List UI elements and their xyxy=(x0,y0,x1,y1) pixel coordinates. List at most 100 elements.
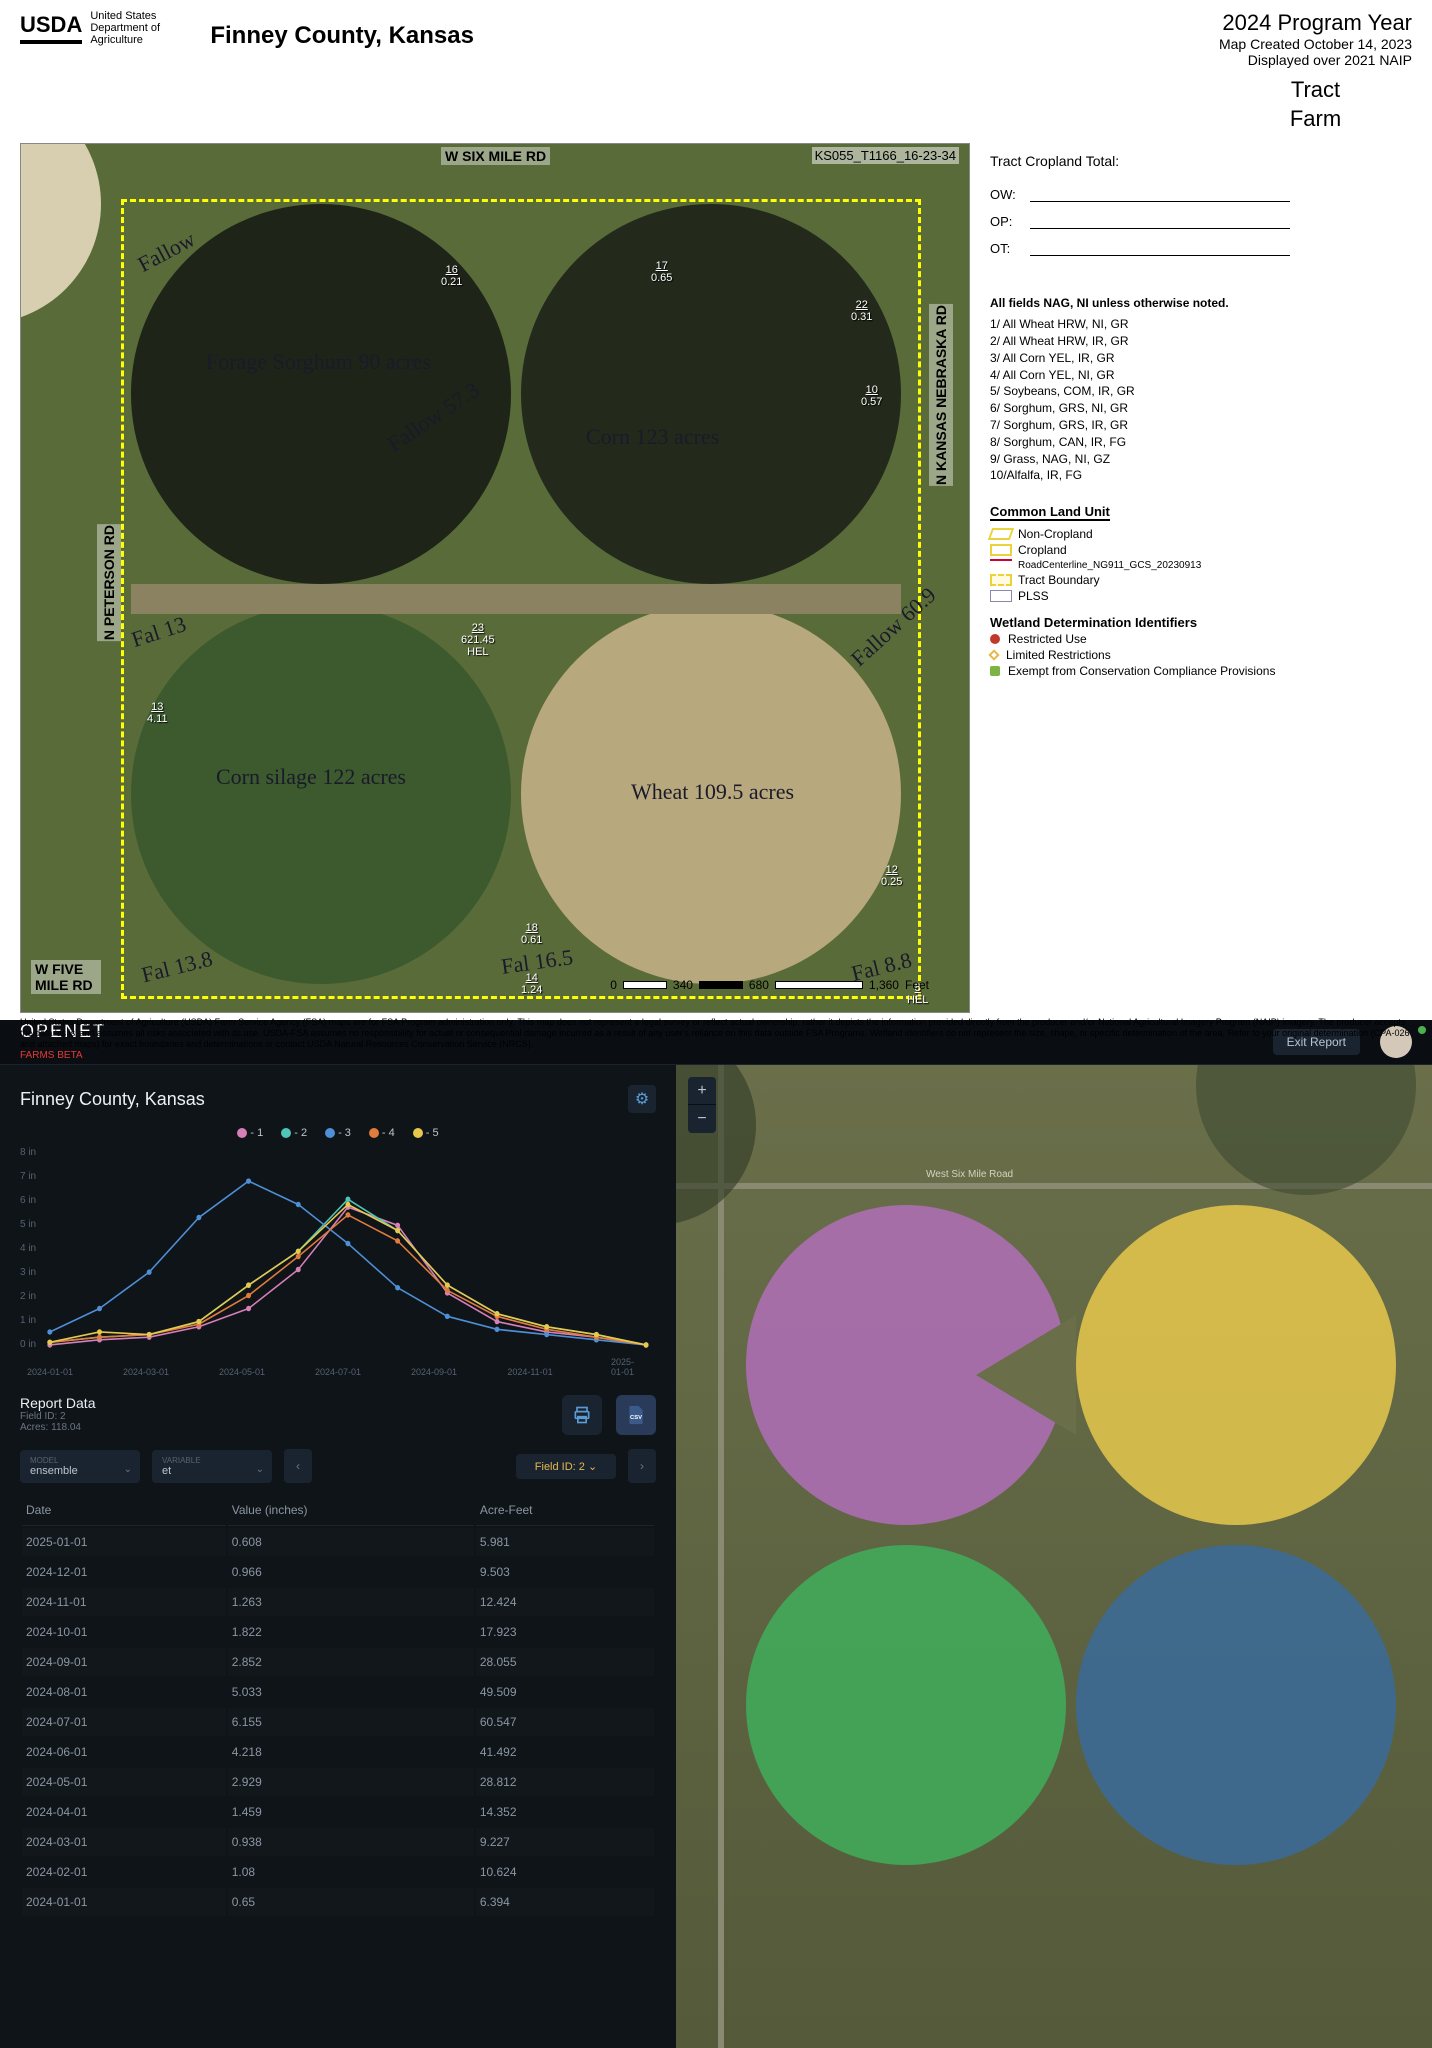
legend-item: 2/ All Wheat HRW, IR, GR xyxy=(990,333,1412,350)
chevron-down-icon: ⌄ xyxy=(256,1464,264,1475)
svg-text:CSV: CSV xyxy=(630,1415,642,1421)
gear-icon[interactable]: ⚙ xyxy=(628,1085,656,1113)
report-data-title: Report Data xyxy=(20,1395,656,1411)
tract-boundary xyxy=(121,199,921,999)
legend-item: 6/ Sorghum, GRS, NI, GR xyxy=(990,400,1412,417)
table-header: Value (inches) xyxy=(228,1495,474,1526)
next-field-button[interactable]: › xyxy=(628,1449,656,1483)
field-label-f17: 170.65 xyxy=(651,260,672,284)
table-header: Acre-Feet xyxy=(476,1495,654,1526)
table-header: Date xyxy=(22,1495,226,1526)
usda-map-document: USDA United States Department of Agricul… xyxy=(0,0,1432,1020)
field-label-f10: 100.57 xyxy=(861,384,882,408)
report-acres: Acres: 118.04 xyxy=(20,1422,656,1433)
table-row[interactable]: 2024-12-010.9669.503 xyxy=(22,1558,654,1586)
legend-item: 4/ All Corn YEL, NI, GR xyxy=(990,367,1412,384)
zoom-in-button[interactable]: + xyxy=(688,1077,716,1105)
satellite-map[interactable]: + − West Six Mile Road xyxy=(676,1065,1432,2048)
table-row[interactable]: 2025-01-010.6085.981 xyxy=(22,1528,654,1556)
legend-note: All fields NAG, NI unless otherwise note… xyxy=(990,296,1412,310)
field-label-f16: 160.21 xyxy=(441,264,462,288)
field-label-f18: 180.61 xyxy=(521,922,542,946)
clu-heading: Common Land Unit xyxy=(990,504,1110,521)
x-tick: 2024-05-01 xyxy=(219,1367,265,1377)
usda-aerial-map: W SIX MILE RD N PETERSON RD N KANSAS NEB… xyxy=(20,143,970,1013)
y-tick: 8 in xyxy=(20,1147,36,1158)
table-row[interactable]: 2024-03-010.9389.227 xyxy=(22,1828,654,1856)
legend-column: Tract Cropland Total: OW: OP: OT: All fi… xyxy=(970,143,1412,1013)
table-row[interactable]: 2024-09-012.85228.055 xyxy=(22,1648,654,1676)
x-tick: 2024-09-01 xyxy=(411,1367,457,1377)
handwritten-note: Corn silage 122 acres xyxy=(216,764,406,790)
displayed-over: Displayed over 2021 NAIP xyxy=(1219,52,1412,68)
usda-dept: United States Department of Agriculture xyxy=(90,10,190,46)
handwritten-note: Wheat 109.5 acres xyxy=(631,779,794,805)
road-right: N KANSAS NEBRASKA RD xyxy=(929,304,953,486)
op-label: OP: xyxy=(990,214,1030,229)
field-overlay-yellow[interactable] xyxy=(1076,1205,1396,1525)
road-top: W SIX MILE RD xyxy=(441,147,550,165)
prev-field-button[interactable]: ‹ xyxy=(284,1449,312,1483)
model-select[interactable]: MODEL ensemble ⌄ xyxy=(20,1450,140,1483)
table-row[interactable]: 2024-08-015.03349.509 xyxy=(22,1678,654,1706)
wetland-heading: Wetland Determination Identifiers xyxy=(990,615,1412,630)
legend-item: 9/ Grass, NAG, NI, GZ xyxy=(990,451,1412,468)
x-tick: 2024-07-01 xyxy=(315,1367,361,1377)
legend-series-3[interactable]: - 3 xyxy=(325,1127,351,1139)
field-overlay-blue[interactable] xyxy=(1076,1545,1396,1865)
report-field-id: Field ID: 2 xyxy=(20,1411,656,1422)
tract-farm: Tract Farm xyxy=(1219,76,1412,133)
legend-item: 7/ Sorghum, GRS, IR, GR xyxy=(990,417,1412,434)
y-tick: 7 in xyxy=(20,1171,36,1182)
table-row[interactable]: 2024-02-011.0810.624 xyxy=(22,1858,654,1886)
x-tick: 2025-01-01 xyxy=(611,1357,641,1377)
report-county: Finney County, Kansas xyxy=(20,1089,205,1110)
legend-series-2[interactable]: - 2 xyxy=(281,1127,307,1139)
chevron-down-icon: ⌄ xyxy=(124,1464,132,1475)
print-icon[interactable] xyxy=(562,1395,602,1435)
field-overlay-green[interactable] xyxy=(746,1545,1066,1865)
et-chart[interactable]: 8 in7 in6 in5 in4 in3 in2 in1 in0 in 202… xyxy=(20,1147,656,1377)
road-bottom: W FIVE MILE RD xyxy=(31,960,101,994)
program-info: 2024 Program Year Map Created October 14… xyxy=(1219,10,1412,133)
field-id-select[interactable]: Field ID: 2 ⌄ xyxy=(516,1454,616,1479)
legend-item: 8/ Sorghum, CAN, IR, FG xyxy=(990,434,1412,451)
legend-series-4[interactable]: - 4 xyxy=(369,1127,395,1139)
table-row[interactable]: 2024-06-014.21841.492 xyxy=(22,1738,654,1766)
table-row[interactable]: 2024-10-011.82217.923 xyxy=(22,1618,654,1646)
y-tick: 6 in xyxy=(20,1195,36,1206)
openet-app: OPENETFARMS BETA Exit Report Finney Coun… xyxy=(0,1020,1432,2048)
table-row[interactable]: 2024-04-011.45914.352 xyxy=(22,1798,654,1826)
ks-tract-label: KS055_T1166_16-23-34 xyxy=(812,147,959,164)
road-left: N PETERSON RD xyxy=(97,524,121,641)
handwritten-note: Corn 123 acres xyxy=(586,424,719,450)
table-row[interactable]: 2024-01-010.656.394 xyxy=(22,1888,654,1916)
variable-select[interactable]: VARIABLE et ⌄ xyxy=(152,1450,272,1483)
y-tick: 1 in xyxy=(20,1315,36,1326)
legend-series-5[interactable]: - 5 xyxy=(413,1127,439,1139)
ow-label: OW: xyxy=(990,187,1030,202)
report-table: DateValue (inches)Acre-Feet 2025-01-010.… xyxy=(20,1493,656,1918)
table-row[interactable]: 2024-05-012.92928.812 xyxy=(22,1768,654,1796)
field-label-f12: 120.25 xyxy=(881,864,902,888)
chart-legend: - 1 - 2 - 3 - 4 - 5 xyxy=(20,1127,656,1139)
ot-label: OT: xyxy=(990,241,1030,256)
usda-header: USDA United States Department of Agricul… xyxy=(0,0,1432,143)
zoom-control: + − xyxy=(688,1077,716,1133)
usda-logo: USDA United States Department of Agricul… xyxy=(20,10,190,46)
legend-series-1[interactable]: - 1 xyxy=(237,1127,263,1139)
status-dot-icon xyxy=(1418,1026,1426,1034)
map-created: Map Created October 14, 2023 xyxy=(1219,36,1412,52)
x-tick: 2024-03-01 xyxy=(123,1367,169,1377)
table-row[interactable]: 2024-07-016.15560.547 xyxy=(22,1708,654,1736)
report-panel: Finney County, Kansas ⚙ - 1- 2- 3- 4- 5 … xyxy=(0,1065,676,2048)
zoom-out-button[interactable]: − xyxy=(688,1105,716,1133)
usda-mark: USDA xyxy=(20,12,82,44)
field-label-f13: 134.11 xyxy=(147,701,168,725)
table-row[interactable]: 2024-11-011.26312.424 xyxy=(22,1588,654,1616)
legend-item: 5/ Soybeans, COM, IR, GR xyxy=(990,383,1412,400)
disclaimer: United States Department of Agriculture … xyxy=(0,1013,1432,1053)
csv-export-icon[interactable]: CSV xyxy=(616,1395,656,1435)
y-tick: 2 in xyxy=(20,1291,36,1302)
handwritten-note: Forage Sorghum 90 acres xyxy=(206,349,431,375)
